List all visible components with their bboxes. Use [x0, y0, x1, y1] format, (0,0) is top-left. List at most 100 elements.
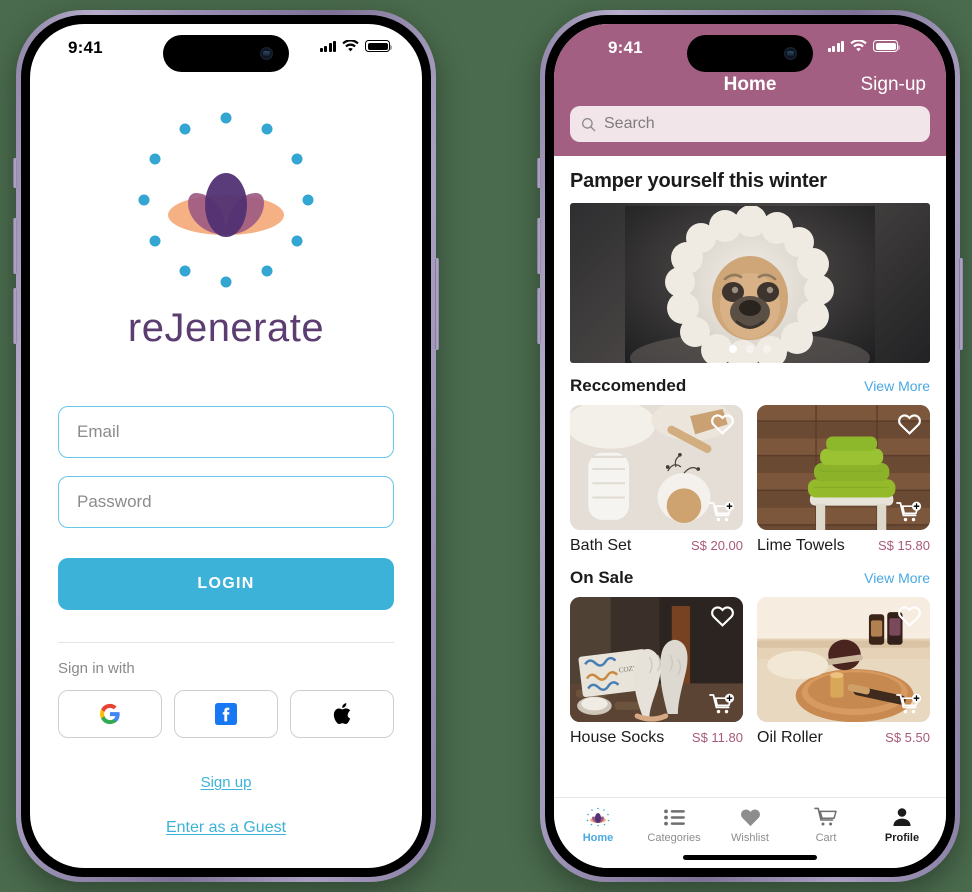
product-image[interactable] — [757, 597, 930, 722]
front-camera-icon — [260, 47, 273, 60]
bottom-tab-bar: Home Categories Wishlist Cart Profile — [554, 797, 946, 846]
battery-icon — [873, 40, 900, 52]
screenshot-stage: 9:41 reJenerate Email Password LOGIN Sig… — [0, 0, 972, 892]
phone-device-login: 9:41 reJenerate Email Password LOGIN Sig… — [13, 10, 439, 882]
tab-label: Profile — [884, 832, 920, 844]
lotus-logo-icon — [168, 173, 284, 237]
signup-nav-button[interactable]: Sign-up — [861, 74, 927, 96]
volume-down-button[interactable] — [13, 288, 17, 344]
product-price: S$ 11.80 — [691, 730, 743, 745]
add-to-cart-icon[interactable] — [896, 501, 922, 523]
phone-device-shop: 9:41 Home Sign-up Search Pamper yourself… — [537, 10, 963, 882]
section-header-on-sale: On Sale View More — [570, 568, 930, 588]
product-grid-recommended: Bath Set S$ 20.00 Lime Towels S$ 15.80 — [570, 405, 930, 555]
product-card[interactable]: Lime Towels S$ 15.80 — [757, 405, 930, 555]
product-grid-on-sale: COZY House Socks S$ 11.80 Oil Roller S$ … — [570, 597, 930, 747]
add-to-cart-icon[interactable] — [709, 693, 735, 715]
login-form: reJenerate Email Password LOGIN Sign in … — [30, 74, 422, 868]
product-name: Oil Roller — [757, 729, 823, 746]
signup-link[interactable]: Sign up — [201, 774, 252, 791]
list-icon — [663, 806, 685, 828]
lotus-logo-icon — [584, 806, 612, 828]
app-logo — [126, 112, 326, 288]
tab-wishlist[interactable]: Wishlist — [712, 806, 788, 844]
product-meta: House Socks S$ 11.80 — [570, 729, 743, 747]
product-name: Lime Towels — [757, 537, 845, 554]
product-meta: Lime Towels S$ 15.80 — [757, 537, 930, 555]
email-field-placeholder: Email — [77, 422, 120, 441]
product-name: Bath Set — [570, 537, 632, 554]
phone-bezel: 9:41 — [545, 15, 955, 877]
carousel-dots[interactable] — [729, 345, 771, 353]
content-scroll[interactable]: Pamper yourself this winter Reccomended … — [554, 156, 946, 797]
guest-link[interactable]: Enter as a Guest — [166, 819, 286, 837]
app-name: reJenerate — [127, 306, 325, 350]
shop-app: 9:41 Home Sign-up Search Pamper yourself… — [554, 24, 946, 868]
signal-bars-icon — [319, 40, 336, 52]
section-header-recommended: Reccomended View More — [570, 376, 930, 396]
product-image[interactable] — [757, 405, 930, 530]
google-signin-button[interactable] — [58, 690, 162, 738]
promo-carousel[interactable] — [570, 203, 930, 363]
volume-down-button[interactable] — [537, 288, 541, 344]
wishlist-heart-icon[interactable] — [897, 604, 922, 627]
home-screen: 9:41 Home Sign-up Search Pamper yourself… — [554, 24, 946, 868]
view-more-link[interactable]: View More — [864, 570, 930, 586]
fluffy-dog-in-towel-photo — [625, 206, 875, 363]
status-bar-time: 9:41 — [68, 38, 103, 57]
search-input[interactable]: Search — [570, 106, 930, 142]
add-to-cart-icon[interactable] — [709, 501, 735, 523]
tab-label: Home — [582, 832, 614, 844]
cart-icon — [814, 806, 838, 828]
email-field[interactable]: Email — [58, 406, 394, 458]
dynamic-island — [687, 35, 813, 72]
product-image[interactable]: COZY — [570, 597, 743, 722]
volume-up-button[interactable] — [13, 218, 17, 274]
wishlist-heart-icon[interactable] — [897, 412, 922, 435]
apple-icon — [333, 703, 351, 725]
product-price: S$ 15.80 — [877, 538, 930, 553]
home-indicator[interactable] — [554, 846, 946, 868]
product-meta: Bath Set S$ 20.00 — [570, 537, 743, 555]
add-to-cart-icon[interactable] — [896, 693, 922, 715]
wishlist-heart-icon[interactable] — [710, 412, 735, 435]
status-bar: 9:41 — [30, 24, 422, 74]
volume-up-button[interactable] — [537, 218, 541, 274]
wishlist-heart-icon[interactable] — [710, 604, 735, 627]
status-bar-indicators — [319, 40, 392, 52]
tab-categories[interactable]: Categories — [636, 806, 712, 844]
login-button[interactable]: LOGIN — [58, 558, 394, 610]
product-card[interactable]: Oil Roller S$ 5.50 — [757, 597, 930, 747]
apple-signin-button[interactable] — [290, 690, 394, 738]
signal-bars-icon — [827, 40, 844, 52]
tab-cart[interactable]: Cart — [788, 806, 864, 844]
tab-home[interactable]: Home — [560, 806, 636, 844]
product-image[interactable] — [570, 405, 743, 530]
product-meta: Oil Roller S$ 5.50 — [757, 729, 930, 747]
power-button[interactable] — [435, 258, 439, 350]
front-camera-icon — [784, 47, 797, 60]
product-card[interactable]: Bath Set S$ 20.00 — [570, 405, 743, 555]
product-price: S$ 5.50 — [885, 730, 930, 745]
product-card[interactable]: COZY House Socks S$ 11.80 — [570, 597, 743, 747]
silent-switch[interactable] — [537, 158, 541, 188]
tab-label: Categories — [647, 832, 701, 844]
password-field[interactable]: Password — [58, 476, 394, 528]
search-icon — [582, 117, 596, 131]
person-icon — [892, 806, 912, 828]
facebook-icon — [215, 703, 237, 725]
view-more-link[interactable]: View More — [864, 378, 930, 394]
social-signin-label: Sign in with — [58, 660, 135, 677]
phone-bezel: 9:41 — [21, 15, 431, 877]
facebook-signin-button[interactable] — [174, 690, 278, 738]
status-bar: 9:41 — [570, 24, 930, 74]
promo-title: Pamper yourself this winter — [570, 170, 827, 192]
tab-profile[interactable]: Profile — [864, 806, 940, 844]
product-name: House Socks — [570, 729, 665, 746]
power-button[interactable] — [959, 258, 963, 350]
app-header: 9:41 Home Sign-up Search — [554, 24, 946, 156]
silent-switch[interactable] — [13, 158, 17, 188]
section-title: On Sale — [570, 568, 634, 587]
tab-label: Wishlist — [731, 832, 769, 844]
tab-label: Cart — [815, 832, 837, 844]
